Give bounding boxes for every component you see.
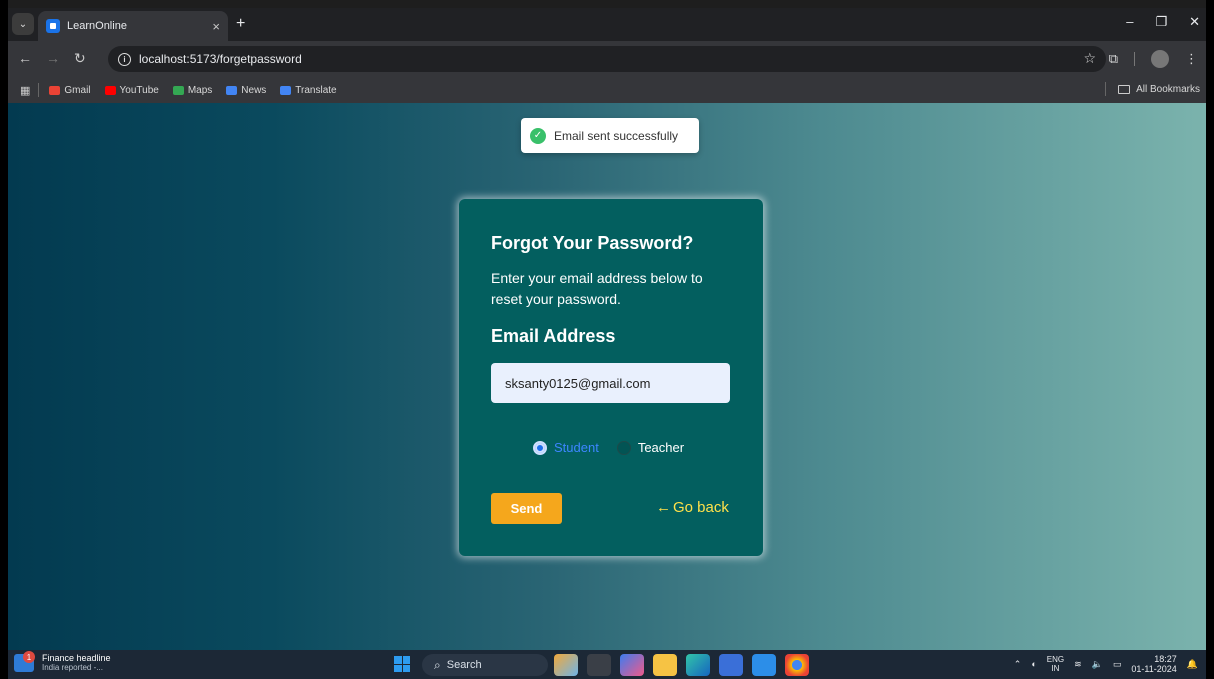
taskbar-apps [554, 654, 809, 676]
tab-search-chevron-icon[interactable]: ⌄ [12, 13, 34, 35]
email-label: Email Address [491, 326, 616, 346]
profile-avatar[interactable] [1151, 50, 1169, 68]
go-back-label: Go back [673, 499, 729, 516]
role-radio-group: Student Teacher [533, 440, 702, 455]
tab-learnonline[interactable]: LearnOnline × [38, 11, 228, 41]
window-controls: – ❐ ✕ [1126, 14, 1200, 30]
back-arrow-icon[interactable]: ← [18, 50, 32, 66]
notification-badge: 1 [23, 651, 35, 663]
extensions-icon[interactable]: ⧉ [1109, 51, 1118, 67]
all-bookmarks[interactable]: All Bookmarks [1105, 82, 1200, 96]
maps-icon [172, 85, 184, 95]
screen-edge-left [0, 0, 8, 679]
battery-icon[interactable]: ▭ [1113, 659, 1122, 670]
file-explorer-icon[interactable] [653, 654, 677, 676]
browser-tab-bar: ⌄ LearnOnline × + – ❐ ✕ [8, 8, 1206, 41]
bookmarks-divider [1105, 82, 1107, 96]
check-circle-icon: ✓ [530, 127, 546, 144]
gmail-icon [49, 85, 61, 95]
news-icon [226, 85, 238, 95]
bookmark-star-icon[interactable]: ☆ [1083, 50, 1096, 67]
card-description: Enter your email address below to reset … [491, 270, 703, 307]
notification-bell-icon[interactable]: 🔔 [1187, 659, 1198, 670]
news-widget[interactable]: 1 Finance headline India reported -... [14, 651, 111, 673]
bookmark-label: Translate [295, 84, 337, 96]
forgot-password-card: Forgot Your Password? Enter your email a… [459, 199, 763, 556]
search-icon: ⌕ [434, 657, 441, 672]
bookmark-label: Gmail [64, 84, 91, 96]
email-input[interactable] [491, 363, 730, 403]
success-toast[interactable]: ✓ Email sent successfully [521, 118, 699, 153]
taskbar-search[interactable]: ⌕ Search [422, 654, 548, 676]
screen-edge-right [1206, 0, 1214, 679]
toast-message: Email sent successfully [554, 128, 679, 143]
reload-icon[interactable]: ↻ [74, 50, 86, 67]
clock-date: 01-11-2024 [1131, 664, 1177, 674]
weather-app-icon[interactable] [554, 654, 578, 676]
all-bookmarks-label: All Bookmarks [1136, 83, 1200, 95]
system-tray: ⌃ ◐ ENG IN ≋ 🔈 ▭ 18:27 01-11-2024 🔔 [1014, 654, 1198, 674]
arrow-left-icon: ← [656, 499, 671, 516]
edge-browser-icon[interactable] [686, 654, 710, 676]
bookmark-label: YouTube [119, 84, 159, 96]
forward-arrow-icon[interactable]: → [46, 50, 60, 66]
new-tab-plus-icon[interactable]: + [236, 15, 245, 33]
role-label-teacher[interactable]: Teacher [638, 440, 684, 455]
language-indicator[interactable]: ENG IN [1047, 655, 1064, 673]
learnonline-favicon-icon [46, 19, 60, 33]
news-title: Finance headline [42, 653, 111, 663]
chrome-icon[interactable] [785, 654, 809, 676]
page-background: ✓ Email sent successfully Forgot Your Pa… [8, 103, 1206, 650]
radio-student[interactable] [533, 440, 547, 455]
bookmark-translate[interactable]: Translate [280, 84, 337, 96]
bookmark-label: News [241, 84, 267, 96]
toolbar-right: ⧉ ⋮ [1109, 50, 1198, 68]
copilot-icon[interactable] [620, 654, 644, 676]
chrome-menu-icon[interactable]: ⋮ [1185, 51, 1198, 67]
clock[interactable]: 18:27 01-11-2024 [1131, 654, 1176, 674]
bookmark-maps[interactable]: Maps [172, 84, 213, 96]
tab-title: LearnOnline [67, 20, 127, 32]
card-title: Forgot Your Password? [491, 233, 694, 253]
clock-time: 18:27 [1154, 654, 1177, 664]
url-text: localhost:5173/forgetpassword [139, 52, 302, 66]
task-view-icon[interactable] [587, 654, 611, 676]
apps-grid-icon[interactable]: ▦ [20, 84, 30, 97]
widgets-icon: 1 [14, 651, 35, 672]
search-label: Search [446, 659, 482, 671]
chevron-up-icon[interactable]: ⌃ [1014, 659, 1022, 670]
news-subtitle: India reported -... [42, 663, 103, 672]
volume-icon[interactable]: 🔈 [1092, 659, 1103, 670]
tab-close-icon[interactable]: × [212, 19, 220, 34]
bookmark-label: Maps [187, 84, 213, 96]
windows-start-icon[interactable] [394, 656, 410, 672]
tray-app-icon[interactable]: ◐ [1031, 659, 1036, 669]
radio-teacher[interactable] [616, 440, 631, 455]
language-region: IN [1051, 664, 1060, 673]
restore-icon[interactable]: ❐ [1155, 14, 1167, 30]
role-label-student[interactable]: Student [554, 440, 599, 455]
bookmark-youtube[interactable]: YouTube [104, 84, 159, 96]
bookmark-gmail[interactable]: Gmail [49, 84, 91, 96]
folder-icon [1118, 84, 1131, 94]
site-info-icon[interactable]: i [118, 52, 131, 66]
browser-toolbar: ← → ↻ i localhost:5173/forgetpassword ☆ … [8, 41, 1206, 77]
vscode-icon[interactable] [752, 654, 776, 676]
language-code: ENG [1046, 655, 1065, 664]
go-back-link[interactable]: ← Go back [656, 499, 729, 516]
translate-icon [280, 85, 292, 95]
microsoft-store-icon[interactable] [719, 654, 743, 676]
close-window-icon[interactable]: ✕ [1189, 14, 1200, 30]
bookmark-news[interactable]: News [226, 85, 266, 96]
windows-taskbar: 1 Finance headline India reported -... ⌕… [8, 650, 1206, 679]
wifi-icon[interactable]: ≋ [1074, 659, 1082, 670]
bookmarks-bar: ▦ Gmail YouTube Maps News Translate All … [8, 77, 1206, 103]
minimize-icon[interactable]: – [1126, 14, 1133, 30]
bookmarks-divider [38, 83, 40, 97]
send-button[interactable]: Send [491, 493, 562, 524]
toolbar-divider [1134, 52, 1135, 66]
address-bar[interactable]: i localhost:5173/forgetpassword ☆ [108, 46, 1106, 72]
youtube-icon [104, 85, 116, 95]
